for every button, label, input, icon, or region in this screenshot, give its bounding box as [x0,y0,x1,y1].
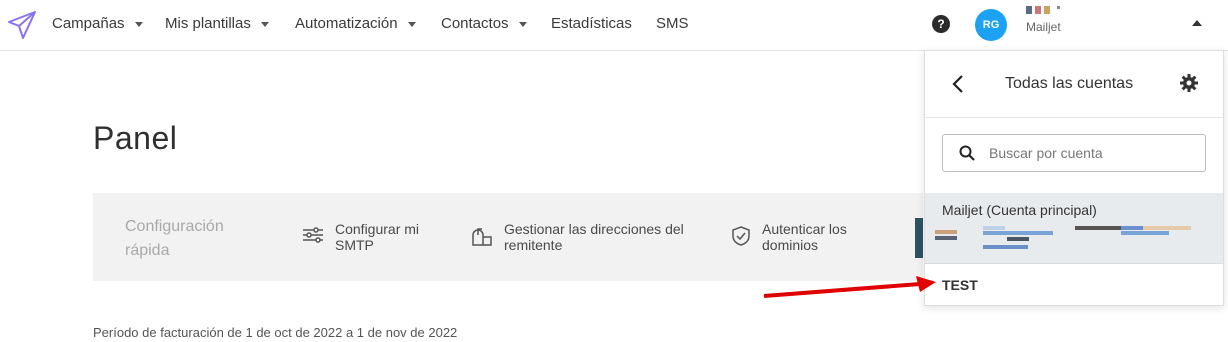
quick-config-edge [915,218,923,258]
manage-senders-label: Gestionar las direcciones del remitente [504,221,684,253]
nav-campaigns-label: Campañas [52,15,125,32]
mailjet-logo-icon[interactable] [6,9,38,41]
shield-check-icon [732,226,750,246]
account-item-main[interactable]: Mailjet (Cuenta principal) [925,193,1223,263]
gear-icon[interactable] [1179,73,1199,93]
configure-smtp-link[interactable]: Configurar mi SMTP [301,221,435,253]
accounts-dropdown: Todas las cuentas Mailjet (Cuenta princi… [924,50,1224,306]
nav-sms[interactable]: SMS [656,15,689,32]
account-name: Mailjet [1026,20,1061,34]
account-search-input[interactable] [987,144,1191,162]
nav-statistics-label: Estadísticas [551,15,632,32]
account-search[interactable] [942,134,1206,172]
nav-automation[interactable]: Automatización [295,15,416,32]
page-title: Panel [93,120,178,156]
nav-contacts-label: Contactos [441,15,509,32]
chevron-up-icon[interactable] [1192,20,1202,26]
nav-sms-label: SMS [656,15,689,32]
sliders-icon [303,227,323,243]
chevron-down-icon [134,22,143,27]
authenticate-domains-link[interactable]: Autenticar los dominios [730,221,872,253]
chevron-down-icon [260,22,269,27]
avatar[interactable]: RG [975,9,1007,41]
nav-campaigns[interactable]: Campañas [52,15,143,32]
chevron-down-icon [518,22,527,27]
red-arrow-annotation [763,276,936,298]
nav-contacts[interactable]: Contactos [441,15,527,32]
nav-templates-label: Mis plantillas [165,15,251,32]
nav-statistics[interactable]: Estadísticas [551,15,632,32]
mailbox-icon [472,228,492,246]
configure-smtp-label: Configurar mi SMTP [335,221,420,253]
nav-templates[interactable]: Mis plantillas [165,15,269,32]
top-navigation: Campañas Mis plantillas Automatización C… [0,0,1228,51]
redacted-account-logo [1026,6,1061,15]
quick-config-title: Configuración rápida [125,218,224,259]
back-arrow-icon[interactable] [951,73,965,95]
nav-automation-label: Automatización [295,15,398,32]
billing-period: Período de facturación de 1 de oct de 20… [93,325,458,340]
accounts-panel-title: Todas las cuentas [1005,75,1134,92]
account-switcher[interactable]: Mailjet [1026,6,1061,34]
account-item-label: Mailjet (Cuenta principal) [942,202,1097,218]
help-icon[interactable]: ? [932,15,950,33]
quick-config-bar: Configuración rápida Configurar mi SMTP … [93,193,923,281]
manage-senders-link[interactable]: Gestionar las direcciones del remitente [470,221,704,253]
authenticate-domains-label: Autenticar los dominios [762,221,847,253]
account-item-label: TEST [942,277,978,293]
account-item-test[interactable]: TEST [925,263,1223,306]
chevron-down-icon [407,22,416,27]
search-icon [959,145,975,161]
accounts-panel-header: Todas las cuentas [925,51,1223,118]
